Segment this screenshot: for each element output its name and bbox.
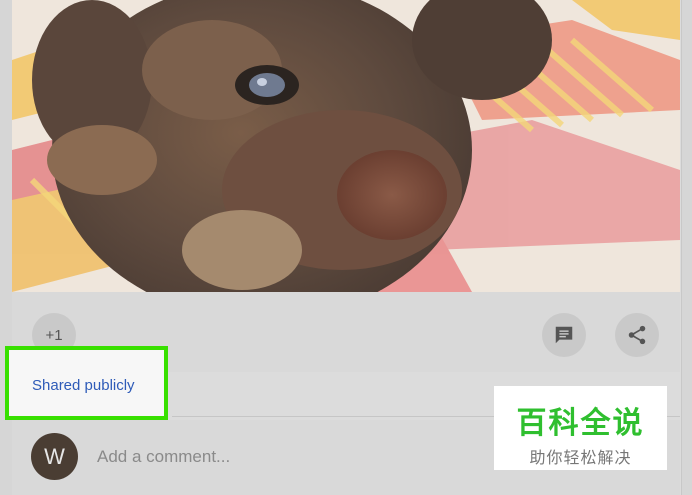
post-photo[interactable]: [12, 0, 680, 292]
share-button[interactable]: [615, 313, 659, 357]
watermark-logo: 百科全说 助你轻松解决: [494, 386, 667, 470]
shared-publicly-link[interactable]: Shared publicly: [32, 377, 135, 394]
puppy-image: [12, 0, 680, 292]
avatar[interactable]: W: [31, 433, 78, 480]
watermark-subtitle: 助你轻松解决: [529, 448, 632, 467]
watermark-title: 百科全说: [516, 406, 645, 441]
comment-button[interactable]: [542, 313, 586, 357]
share-icon: [628, 325, 646, 345]
comment-icon: [555, 326, 573, 344]
comment-input[interactable]: [97, 444, 477, 470]
